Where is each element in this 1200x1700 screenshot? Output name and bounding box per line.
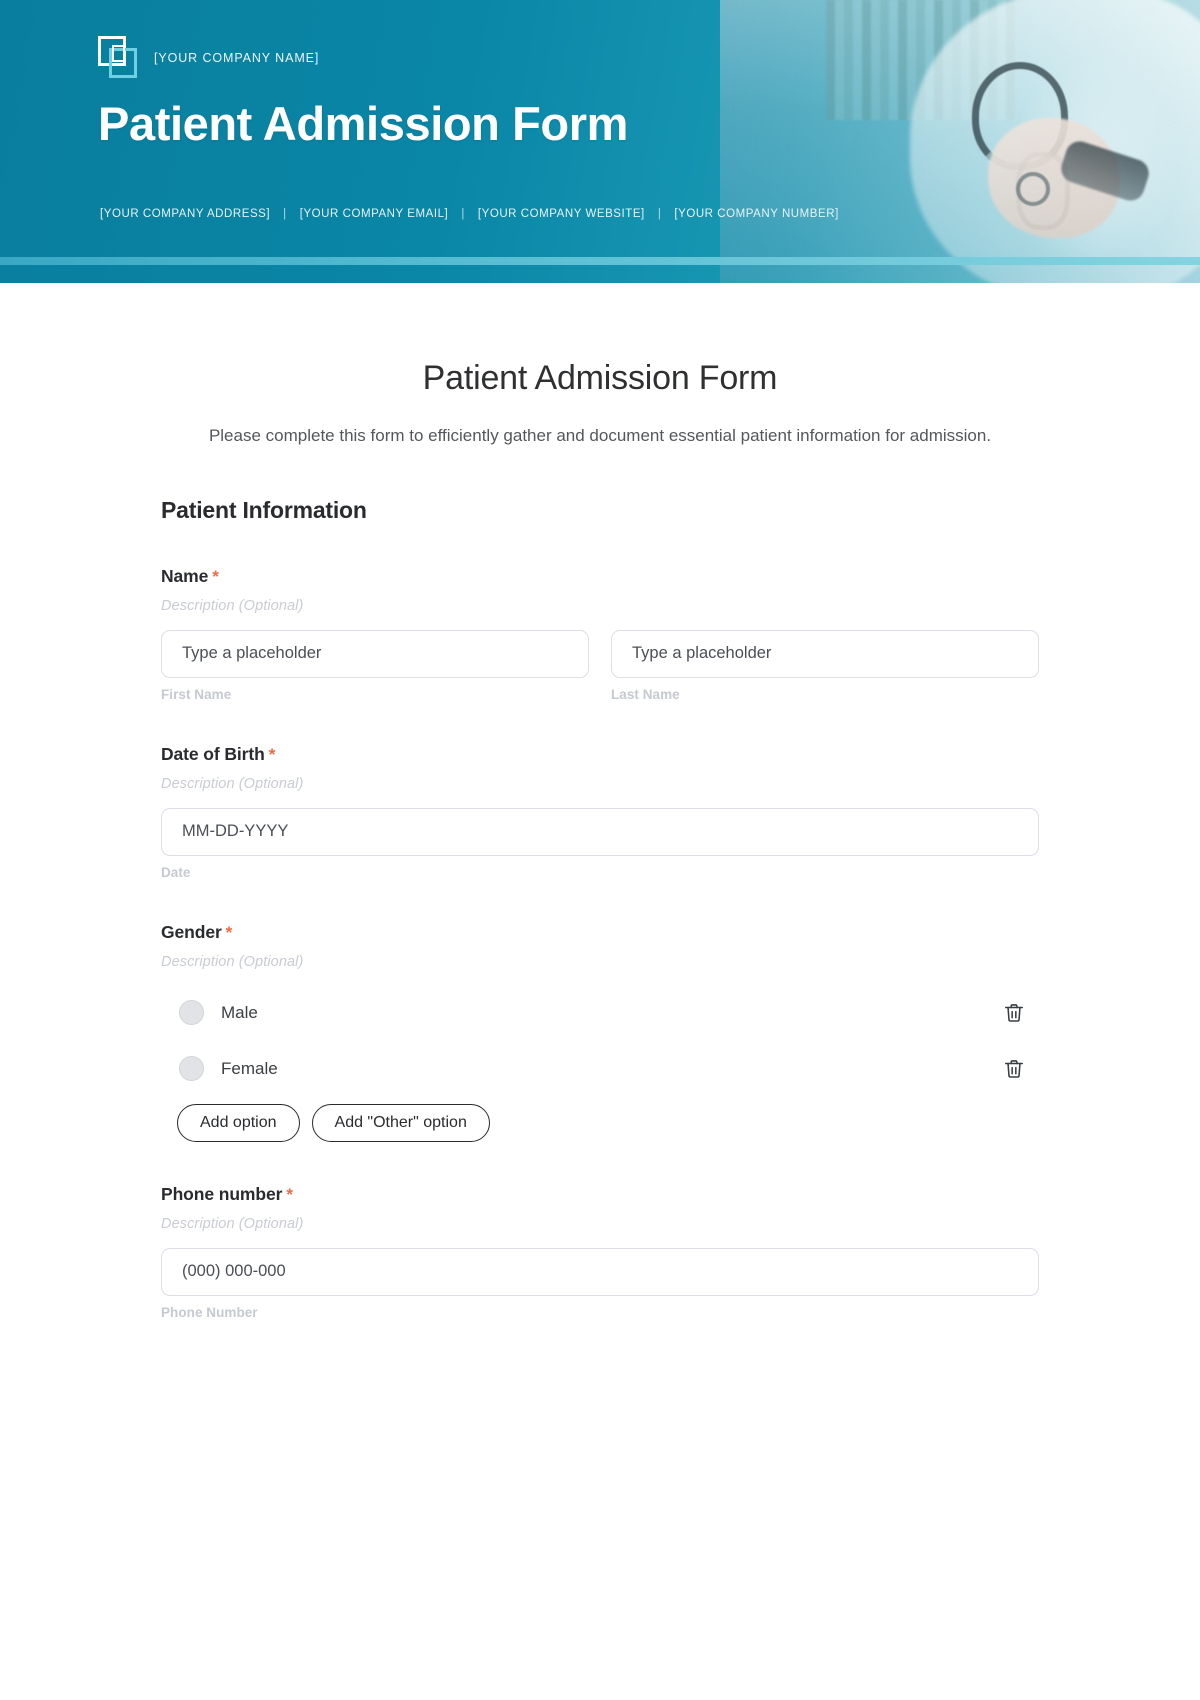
required-asterisk: * — [286, 1184, 293, 1204]
field-phone-number: Phone number* Description (Optional) Pho… — [135, 1184, 1065, 1320]
field-name: Name* Description (Optional) First Name … — [135, 566, 1065, 702]
page-subtitle: Please complete this form to efficiently… — [208, 426, 992, 445]
gender-option-list: Male Female — [161, 992, 1039, 1090]
gender-option-female[interactable]: Female — [161, 1048, 1039, 1090]
delete-option-female-trash-icon[interactable] — [1003, 1057, 1025, 1081]
banner-background-photo — [720, 0, 1200, 283]
header-banner: [YOUR COMPANY NAME] Patient Admission Fo… — [0, 0, 1200, 283]
label-text: Phone number — [161, 1183, 283, 1204]
contact-separator: | — [461, 208, 465, 220]
date-of-birth-input[interactable] — [161, 807, 1039, 856]
first-name-input[interactable] — [161, 629, 589, 678]
photo-wristwatch — [1016, 172, 1050, 206]
gender-option-label: Female — [221, 1058, 278, 1078]
required-asterisk: * — [225, 922, 233, 942]
radio-button-male[interactable] — [179, 1000, 204, 1026]
section-title-patient-information: Patient Information — [161, 496, 367, 523]
logo-row: [YOUR COMPANY NAME] — [98, 36, 319, 80]
field-description-name: Description (Optional) — [161, 597, 304, 614]
field-date-of-birth: Date of Birth* Description (Optional) Da… — [135, 744, 1065, 880]
patient-admission-form-page: [YOUR COMPANY NAME] Patient Admission Fo… — [0, 0, 1200, 1700]
name-input-row: First Name Last Name — [161, 629, 1039, 702]
contact-row: [YOUR COMPANY ADDRESS] | [YOUR COMPANY E… — [100, 208, 839, 220]
add-option-button[interactable]: Add option — [177, 1103, 300, 1142]
dob-input-row: Date — [161, 807, 1039, 880]
gender-option-label: Male — [221, 1002, 258, 1022]
field-label-gender: Gender * — [161, 922, 1039, 943]
field-label-name: Name * — [161, 566, 1039, 587]
add-other-option-button[interactable]: Add "Other" option — [311, 1103, 490, 1142]
required-asterisk: * — [268, 744, 276, 764]
delete-option-male-trash-icon[interactable] — [1003, 1001, 1025, 1025]
field-description-gender: Description (Optional) — [161, 953, 304, 970]
contact-email: [YOUR COMPANY EMAIL] — [299, 208, 449, 220]
phone-column: Phone Number — [161, 1247, 1039, 1320]
required-asterisk: * — [212, 566, 219, 586]
label-text: Date of Birth — [161, 743, 265, 764]
date-of-birth-sub-label: Date — [161, 864, 191, 880]
field-gender: Gender * Description (Optional) Male Fem… — [135, 922, 1065, 1142]
label-text: Name — [161, 565, 209, 586]
gender-option-male[interactable]: Male — [161, 992, 1039, 1034]
form-body: Patient Admission Form Please complete t… — [0, 283, 1200, 1320]
radio-button-female[interactable] — [179, 1056, 204, 1082]
field-label-phone-number: Phone number * — [161, 1184, 1039, 1205]
phone-number-input[interactable] — [161, 1247, 1039, 1296]
last-name-column: Last Name — [611, 629, 1039, 702]
phone-input-row: Phone Number — [161, 1247, 1039, 1320]
phone-number-sub-label: Phone Number — [161, 1304, 258, 1320]
field-description-date-of-birth: Description (Optional) — [161, 775, 304, 792]
contact-address: [YOUR COMPANY ADDRESS] — [100, 208, 271, 220]
contact-number: [YOUR COMPANY NUMBER] — [674, 208, 839, 220]
page-title: Patient Admission Form — [422, 359, 778, 397]
banner-title: Patient Admission Form — [98, 97, 629, 150]
gender-add-buttons: Add option Add "Other" option — [161, 1103, 1039, 1142]
label-text: Gender — [161, 921, 222, 942]
first-name-sub-label: First Name — [161, 686, 232, 702]
contact-website: [YOUR COMPANY WEBSITE] — [477, 208, 645, 220]
field-label-date-of-birth: Date of Birth * — [161, 744, 1039, 765]
logo-square-inner — [112, 45, 125, 62]
contact-separator: | — [657, 208, 662, 220]
overlapping-squares-logo-icon — [98, 36, 140, 80]
last-name-input[interactable] — [611, 629, 1039, 678]
contact-separator: | — [283, 208, 287, 220]
first-name-column: First Name — [161, 629, 589, 702]
company-name: [YOUR COMPANY NAME] — [154, 51, 320, 65]
last-name-sub-label: Last Name — [611, 686, 680, 702]
field-description-phone-number: Description (Optional) — [161, 1215, 304, 1232]
dob-column: Date — [161, 807, 1039, 880]
banner-underline — [0, 257, 1200, 265]
